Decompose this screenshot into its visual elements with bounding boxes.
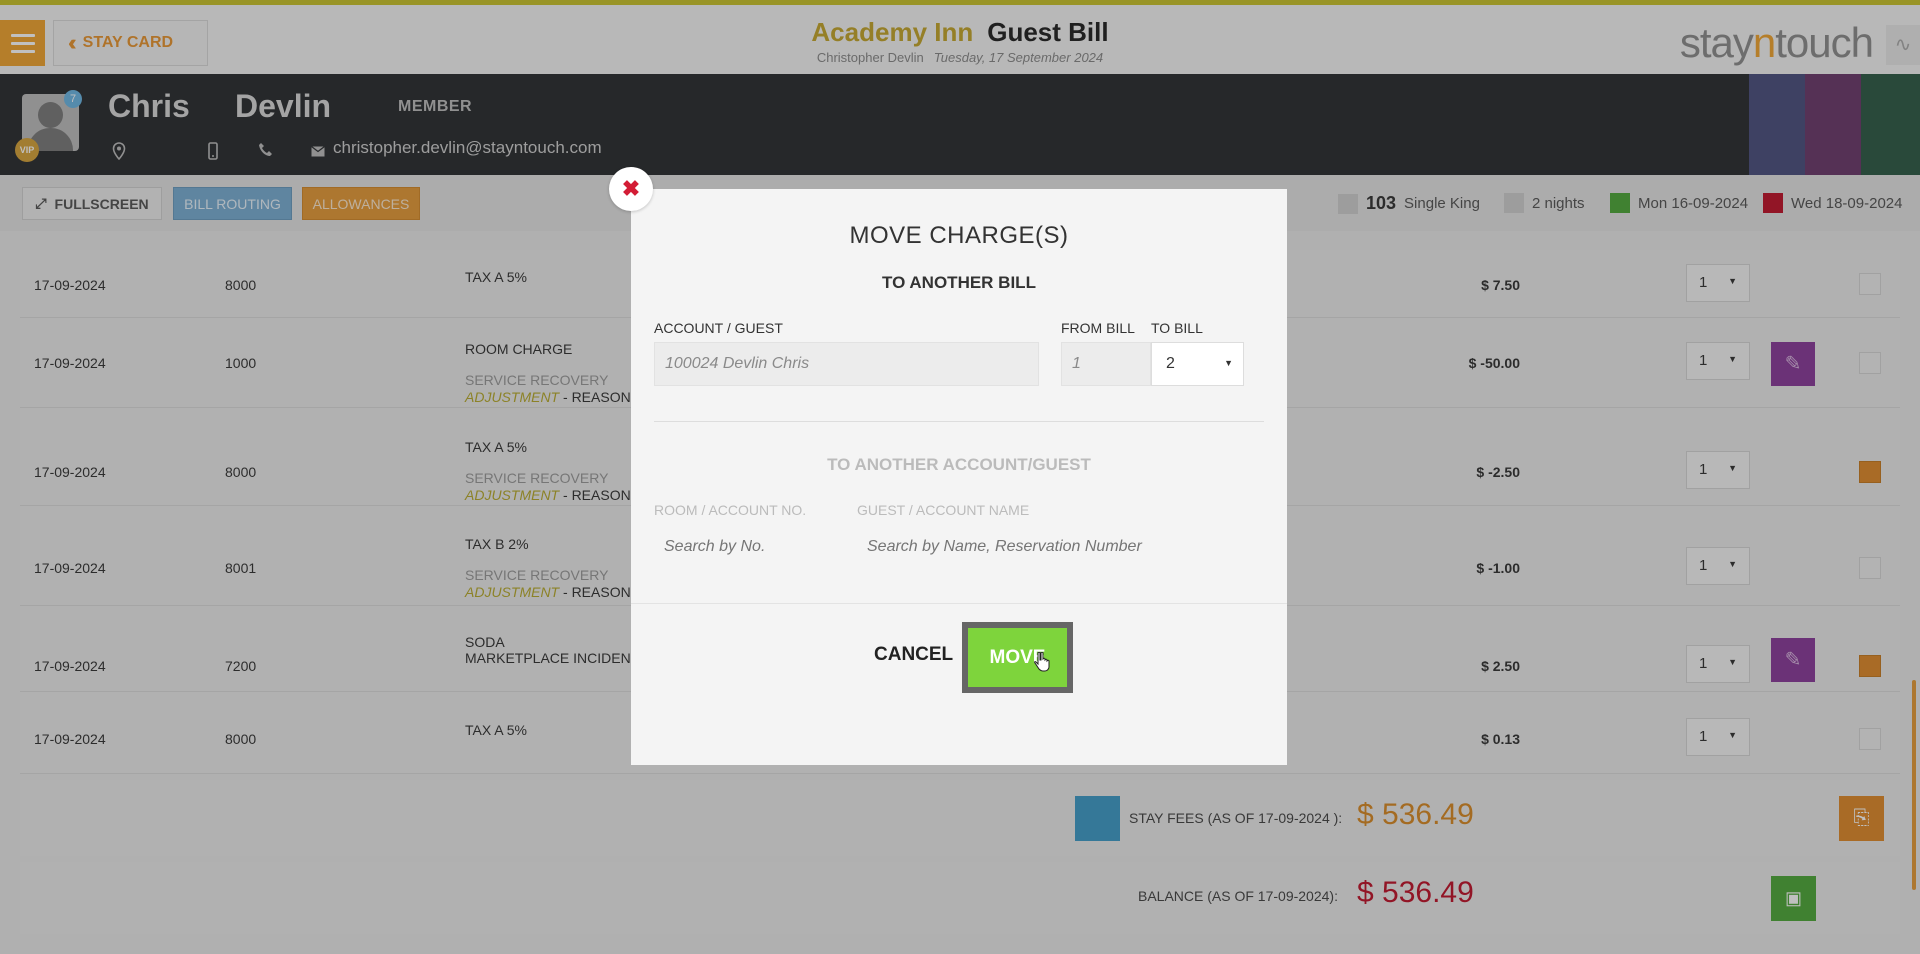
- move-charges-dialog: MOVE CHARGE(S) TO ANOTHER BILL ACCOUNT /…: [631, 189, 1287, 765]
- from-bill-label: FROM BILL: [1061, 320, 1135, 336]
- chevron-down-icon: ▼: [1224, 358, 1233, 368]
- close-icon[interactable]: ✖: [609, 167, 653, 211]
- divider: [654, 421, 1264, 422]
- from-bill-field: 1: [1061, 342, 1151, 386]
- account-guest-field: 100024 Devlin Chris: [654, 342, 1039, 386]
- account-guest-label: ACCOUNT / GUEST: [654, 320, 783, 336]
- mouse-cursor-icon: [1034, 652, 1050, 672]
- room-account-label: ROOM / ACCOUNT NO.: [654, 502, 807, 518]
- dialog-footer: CANCEL MOVE: [631, 603, 1287, 765]
- to-another-bill-heading: TO ANOTHER BILL: [882, 273, 1036, 292]
- to-another-account-heading: TO ANOTHER ACCOUNT/GUEST: [827, 455, 1091, 474]
- move-button-focus-ring: MOVE: [962, 622, 1073, 693]
- guest-account-name-label: GUEST / ACCOUNT NAME: [857, 502, 1030, 518]
- dialog-title: MOVE CHARGE(S): [849, 222, 1069, 249]
- to-bill-label: TO BILL: [1151, 320, 1203, 336]
- cancel-button[interactable]: CANCEL: [874, 644, 953, 666]
- room-search-input[interactable]: [654, 525, 834, 569]
- to-bill-select[interactable]: 2 ▼: [1151, 342, 1244, 386]
- move-button[interactable]: MOVE: [968, 628, 1067, 687]
- guest-search-input[interactable]: [857, 525, 1257, 569]
